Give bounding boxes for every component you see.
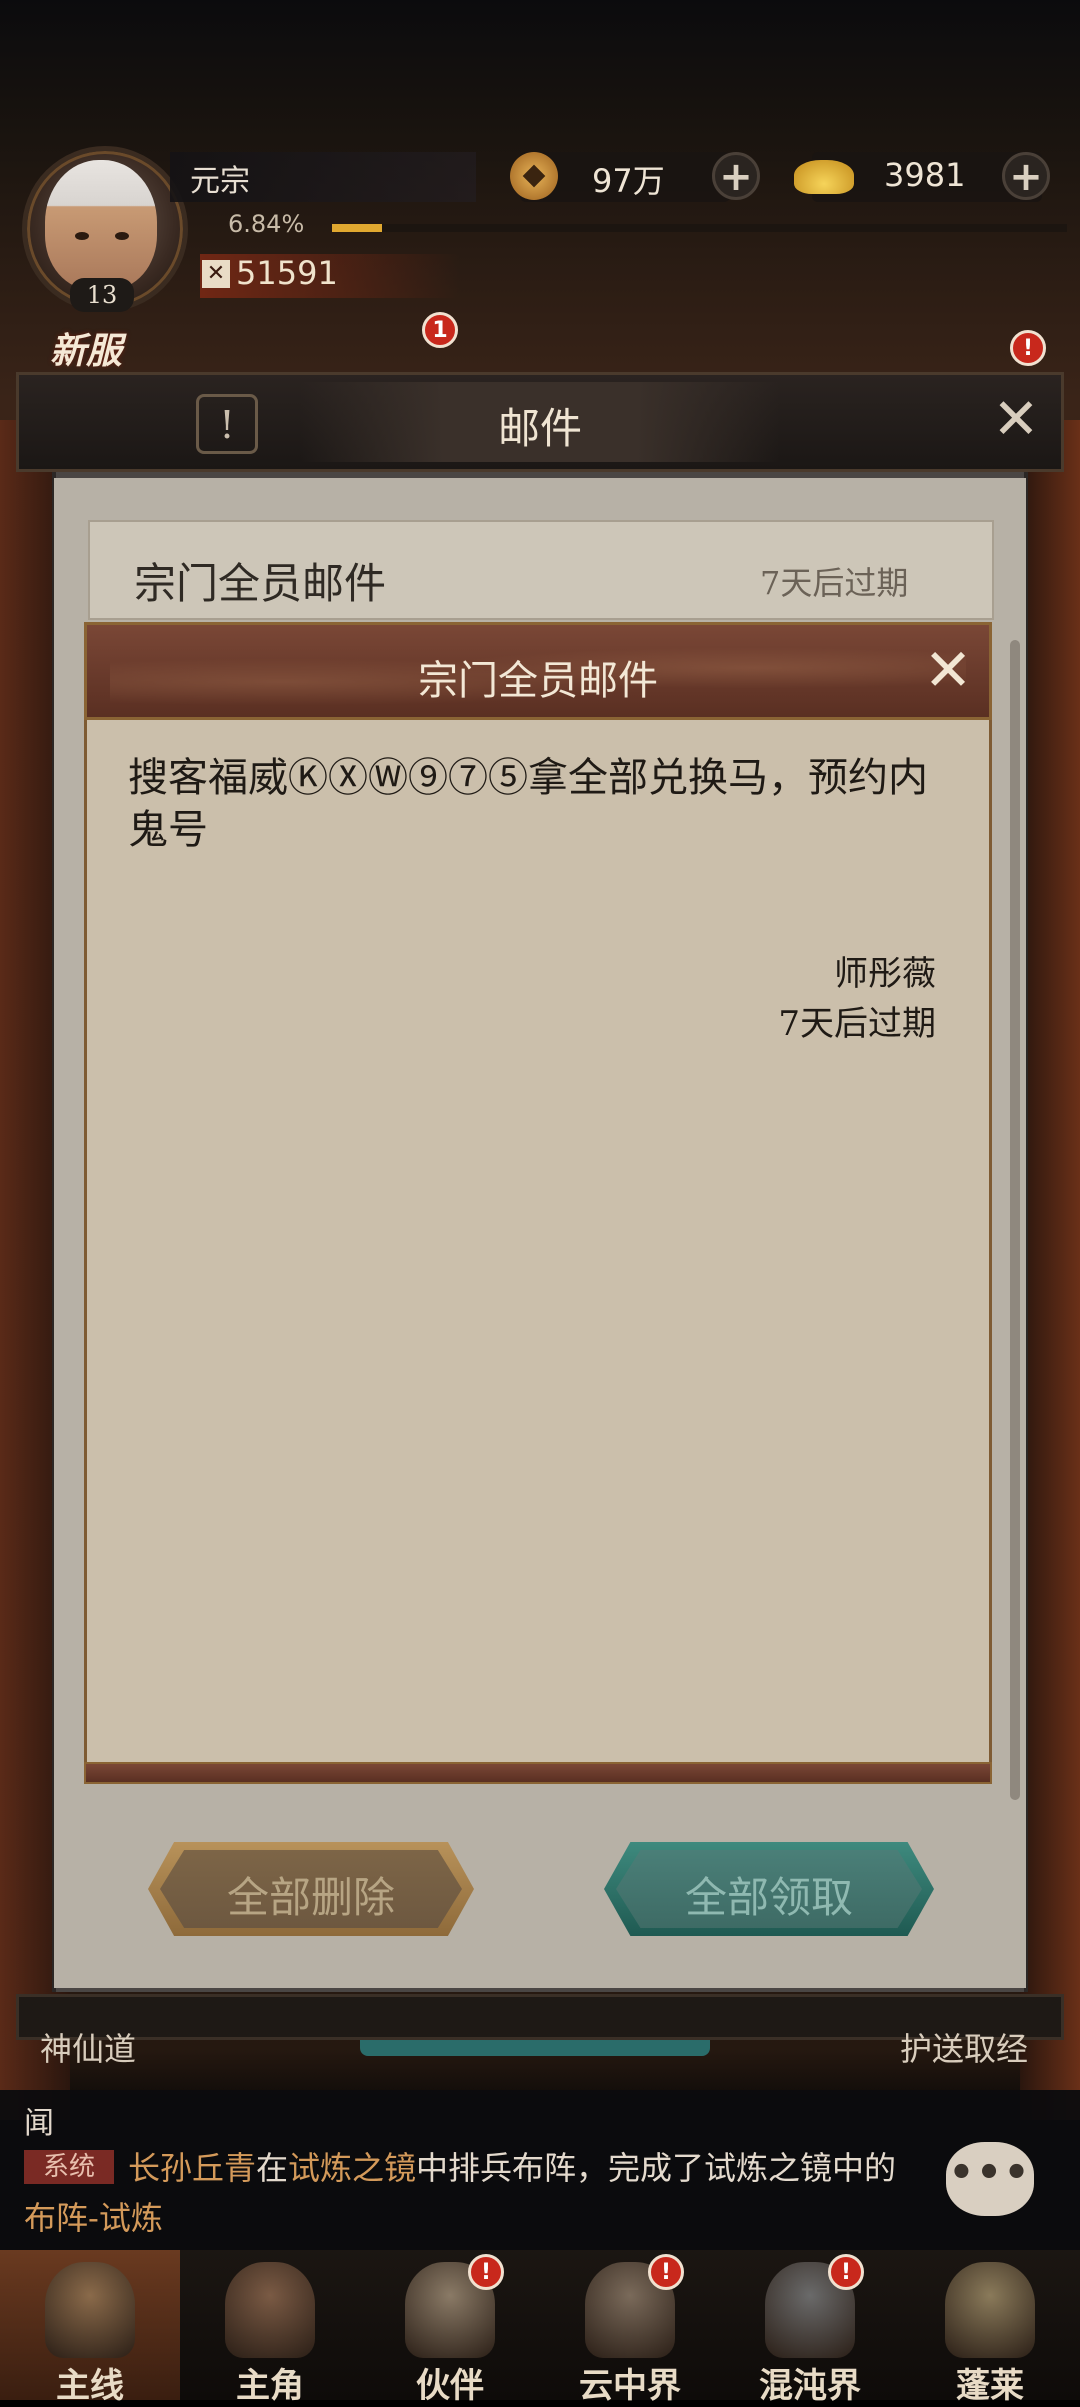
nav-tab-icon [45, 2262, 135, 2358]
dialog-expire: 7天后过期 [778, 1004, 936, 1044]
event-notification-badge: 1 [422, 312, 458, 348]
chat-bubble-icon: ••• [948, 2150, 1032, 2196]
add-ingots-button[interactable]: + [1002, 152, 1050, 200]
chat-segment-name[interactable]: 长孙丘青 [128, 2149, 256, 2187]
chat-message: 长孙丘青在试炼之镜中排兵布阵，完成了试炼之镜中的布阵-试炼 [24, 2143, 924, 2243]
player-exp-fill [332, 224, 383, 232]
player-power: 51591 [236, 254, 338, 292]
crossed-swords-icon: ✕ [202, 260, 230, 288]
nav-tab-alert-badge: ! [648, 2254, 684, 2290]
dialog-sender: 师彤薇 [834, 954, 936, 994]
avatar-eye-left [75, 232, 89, 240]
nav-tab-4[interactable]: 云中界! [540, 2250, 720, 2406]
player-avatar[interactable] [45, 160, 157, 290]
nav-tab-alert-badge: ! [828, 2254, 864, 2290]
nav-tab-3[interactable]: 伙伴! [360, 2250, 540, 2406]
mail-close-icon[interactable]: ✕ [988, 392, 1044, 448]
label-escort[interactable]: 护送取经 [900, 2024, 1028, 2070]
chat-segment-plain: 中排兵布阵，完成了试炼之镜中的 [416, 2149, 897, 2187]
info-icon[interactable]: ! [196, 394, 258, 454]
nav-tab-1[interactable]: 主线 [0, 2250, 180, 2406]
new-server-event-button[interactable]: 新服 [50, 322, 122, 374]
claim-all-label: 全部领取 [684, 1873, 853, 1922]
player-exp-bar [332, 224, 1067, 232]
nav-tab-6[interactable]: 蓬莱 [900, 2250, 1080, 2406]
mail-window-title: 邮件 [497, 404, 582, 453]
add-coins-button[interactable]: + [712, 152, 760, 200]
right-notification-badge: ! [1010, 330, 1046, 366]
gold-ingot-icon [794, 160, 854, 194]
nav-tab-alert-badge: ! [468, 2254, 504, 2290]
dialog-bottom-border [84, 1762, 992, 1784]
chat-channel-label: 闻 [24, 2106, 54, 2141]
chat-segment-hl[interactable]: 布阵-试炼 [24, 2199, 163, 2237]
label-shenxiandao[interactable]: 神仙道 [40, 2024, 136, 2070]
nav-tab-icon [225, 2262, 315, 2358]
player-level-badge: 13 [70, 278, 134, 312]
nav-tab-5[interactable]: 混沌界! [720, 2250, 900, 2406]
mail-item-title: 宗门全员邮件 [134, 559, 387, 608]
ingot-amount: 3981 [884, 156, 966, 194]
player-exp-percent: 6.84% [228, 210, 305, 238]
chat-segment-plain: 在 [256, 2149, 289, 2187]
dialog-title: 宗门全员邮件 [418, 658, 658, 704]
dialog-message: 搜客福威ⓀⓍⓌ⑨⑦⑤拿全部兑换马，预约内鬼号 [128, 755, 928, 853]
coin-amount: 97万 [592, 162, 665, 200]
mail-list-scrollbar[interactable] [1010, 640, 1020, 1800]
nav-tab-icon [945, 2262, 1035, 2358]
nav-tab-2[interactable]: 主角 [180, 2250, 360, 2406]
player-name: 元宗 [190, 164, 250, 199]
avatar-eye-right [115, 232, 129, 240]
center-activity-button[interactable] [360, 2040, 710, 2056]
dialog-close-icon[interactable]: ✕ [918, 640, 978, 700]
scene-edge-right [1020, 420, 1080, 2120]
mail-item-expire: 7天后过期 [760, 564, 909, 602]
chat-segment-hl[interactable]: 试炼之镜 [288, 2149, 416, 2187]
delete-all-label: 全部删除 [226, 1873, 395, 1922]
